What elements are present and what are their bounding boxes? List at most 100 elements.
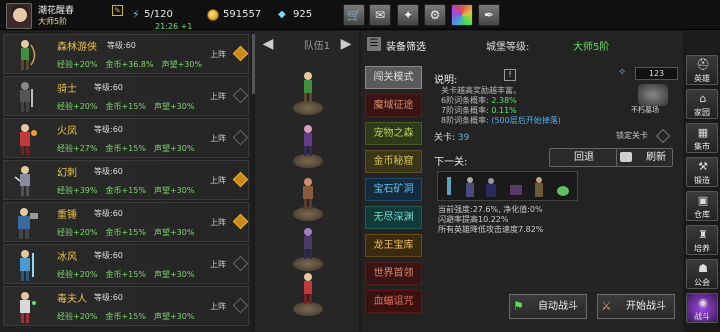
mode-gem-mine[interactable]: 宝石矿洞 <box>365 178 422 201</box>
chest-count: 123 <box>635 67 678 80</box>
helmet-icon: ⛑ <box>696 58 710 71</box>
shop-icon[interactable]: 🛒 <box>343 4 365 26</box>
mail-icon[interactable]: ✉ <box>369 4 391 26</box>
hero-name: 冰风 <box>57 252 77 263</box>
desc-line: 8阶词条概率: (500层后开始掉落) <box>441 116 561 125</box>
hero-name: 骑士 <box>57 84 77 95</box>
hero-sprite-poison-lady <box>20 292 36 323</box>
hero-stats: 经验+20% 金币+15% 声望+30% <box>57 312 195 321</box>
hero-select-checkbox[interactable] <box>232 87 249 104</box>
hero-status: 上阵 <box>210 302 226 311</box>
hero-level: 等级:60 <box>94 251 123 260</box>
gold-value: 591557 <box>223 9 262 20</box>
nav-home[interactable]: ⌂ 家园 <box>686 89 718 119</box>
edit-icon[interactable]: ✎ <box>112 5 123 16</box>
hero-row[interactable]: 冰风 等级:60 经验+20% 金币+15% 声望+30% 上阵 <box>3 244 249 284</box>
enemy-sprite <box>486 178 496 197</box>
mode-demon-realm[interactable]: 魔域征途 <box>365 94 422 117</box>
info-icon[interactable]: ! <box>504 69 516 81</box>
hero-row[interactable]: 火凤 等级:60 经验+27% 金币+15% 声望+30% 上阵 <box>3 118 249 158</box>
hero-list: 森林游侠 等级:60 经验+20% 金币+36.8% 声望+30% 上阵 骑士 等级… <box>0 31 252 332</box>
hero-level: 等级:60 <box>94 167 123 176</box>
enemy-sprite <box>447 177 451 195</box>
gamepad-icon[interactable]: ✦ <box>397 4 419 26</box>
main-panel: ☰ 装备筛选 城堡等级: 大师5阶 闯关模式 魔域征途 宠物之森 金币秘窟 宝石… <box>361 31 683 332</box>
hero-level: 等级:60 <box>94 209 123 218</box>
energy-icon: ⚡ <box>132 8 140 21</box>
hero-stats: 经验+27% 金币+15% 声望+30% <box>57 144 195 153</box>
mode-stage[interactable]: 闯关模式 <box>365 66 422 89</box>
hero-stats: 经验+20% 金币+15% 声望+30% <box>57 102 195 111</box>
player-avatar[interactable] <box>6 3 32 29</box>
fortress-level-label: 城堡等级: <box>486 42 530 53</box>
enemy-sprite <box>466 177 474 197</box>
mode-bat-curse[interactable]: 血蝠诅咒 <box>365 290 422 313</box>
warehouse-icon: ▣ <box>697 194 709 207</box>
team-slot[interactable] <box>291 124 325 168</box>
feather-icon[interactable]: ✒ <box>478 4 500 26</box>
gem-value: 925 <box>293 9 313 20</box>
color-wheel-icon[interactable] <box>451 4 473 26</box>
lock-stage-checkbox[interactable] <box>655 128 671 144</box>
hero-row[interactable]: 骑士 等级:60 经验+20% 金币+15% 声望+30% 上阵 <box>3 76 249 116</box>
mode-dragon-vault[interactable]: 龙王宝库 <box>365 234 422 257</box>
mode-endless-abyss[interactable]: 无尽深渊 <box>365 206 422 229</box>
guild-icon: ☗ <box>698 262 708 275</box>
battle-portal-icon: ◉ <box>698 296 708 309</box>
top-bar: 潮花醒春 大师5阶 ✎ ⚡ 5/120 21:26 +1 591557 ◆ 92… <box>0 0 720 31</box>
hero-select-checkbox[interactable] <box>232 45 249 62</box>
hero-status: 上阵 <box>210 92 226 101</box>
hero-status: 上阵 <box>210 134 226 143</box>
right-nav: ⛑ 英雄 ⌂ 家园 ▦ 集市 ⚒ 锻造 ▣ 仓库 ♜ 培养 ☗ 公会 ◉ 战斗 <box>684 53 720 332</box>
energy-timer: 21:26 +1 <box>155 22 193 31</box>
nav-training[interactable]: ♜ 培养 <box>686 225 718 255</box>
hero-row[interactable]: 毒夫人 等级:60 经验+20% 金币+15% 声望+30% 上阵 <box>3 286 249 326</box>
enemy-sprite <box>510 185 522 195</box>
nav-heroes[interactable]: ⛑ 英雄 <box>686 55 718 85</box>
hero-sprite-heavy-hammer <box>18 208 38 239</box>
hero-level: 等级:60 <box>94 125 123 134</box>
nav-market[interactable]: ▦ 集市 <box>686 123 718 153</box>
next-stage-enemies <box>437 171 578 201</box>
hero-status: 上阵 <box>210 260 226 269</box>
nav-forge[interactable]: ⚒ 锻造 <box>686 157 718 187</box>
training-icon: ♜ <box>698 228 708 241</box>
team-next-arrow-icon[interactable]: ▶ <box>337 35 355 53</box>
enemy-sprite <box>535 177 543 197</box>
energy-value: 5/120 <box>144 9 173 20</box>
mode-pet-forest[interactable]: 宠物之森 <box>365 122 422 145</box>
team-slot[interactable] <box>291 272 325 316</box>
nav-warehouse[interactable]: ▣ 仓库 <box>686 191 718 221</box>
nav-guild[interactable]: ☗ 公会 <box>686 259 718 289</box>
team-prev-arrow-icon[interactable]: ◀ <box>259 35 277 53</box>
equipment-filter-title[interactable]: 装备筛选 <box>386 38 426 53</box>
team-slot[interactable] <box>291 227 325 271</box>
hero-stats: 经验+39% 金币+15% 声望+30% <box>57 186 195 195</box>
nav-battle[interactable]: ◉ 战斗 <box>686 293 718 323</box>
chest-icon: ✧ <box>618 67 627 78</box>
hero-sprite-phantom-assassin <box>14 166 30 196</box>
settings-icon[interactable]: ⚙ <box>424 4 446 26</box>
mode-world-boss[interactable]: 世界首领 <box>365 262 422 285</box>
hero-select-checkbox[interactable] <box>232 129 249 146</box>
menu-icon[interactable]: ☰ <box>367 37 381 51</box>
player-rank: 大师5阶 <box>38 17 68 26</box>
hero-select-checkbox[interactable] <box>232 297 249 314</box>
hero-row[interactable]: 幻刺 等级:60 经验+39% 金币+15% 声望+30% 上阵 <box>3 160 249 200</box>
hero-sprite-fire-phoenix <box>20 124 37 155</box>
team-slot[interactable] <box>291 71 325 115</box>
hero-select-checkbox[interactable] <box>232 255 249 272</box>
flag-icon: ⚑ <box>513 299 524 313</box>
hero-row[interactable]: 重锤 等级:60 经验+20% 金币+15% 声望+30% 上阵 <box>3 202 249 242</box>
back-button[interactable]: 回退 <box>549 148 619 167</box>
hero-name: 幻刺 <box>57 168 77 179</box>
hero-select-checkbox[interactable] <box>232 171 249 188</box>
hero-name: 重锤 <box>57 210 77 221</box>
enemy-sprite <box>557 186 569 196</box>
mode-gold-cave[interactable]: 金币秘窟 <box>365 150 422 173</box>
hero-row[interactable]: 森林游侠 等级:60 经验+20% 金币+36.8% 声望+30% 上阵 <box>3 34 249 74</box>
hero-name: 森林游侠 <box>57 42 97 53</box>
gem-icon: ◆ <box>278 9 286 20</box>
team-slot[interactable] <box>291 177 325 221</box>
hero-select-checkbox[interactable] <box>232 213 249 230</box>
